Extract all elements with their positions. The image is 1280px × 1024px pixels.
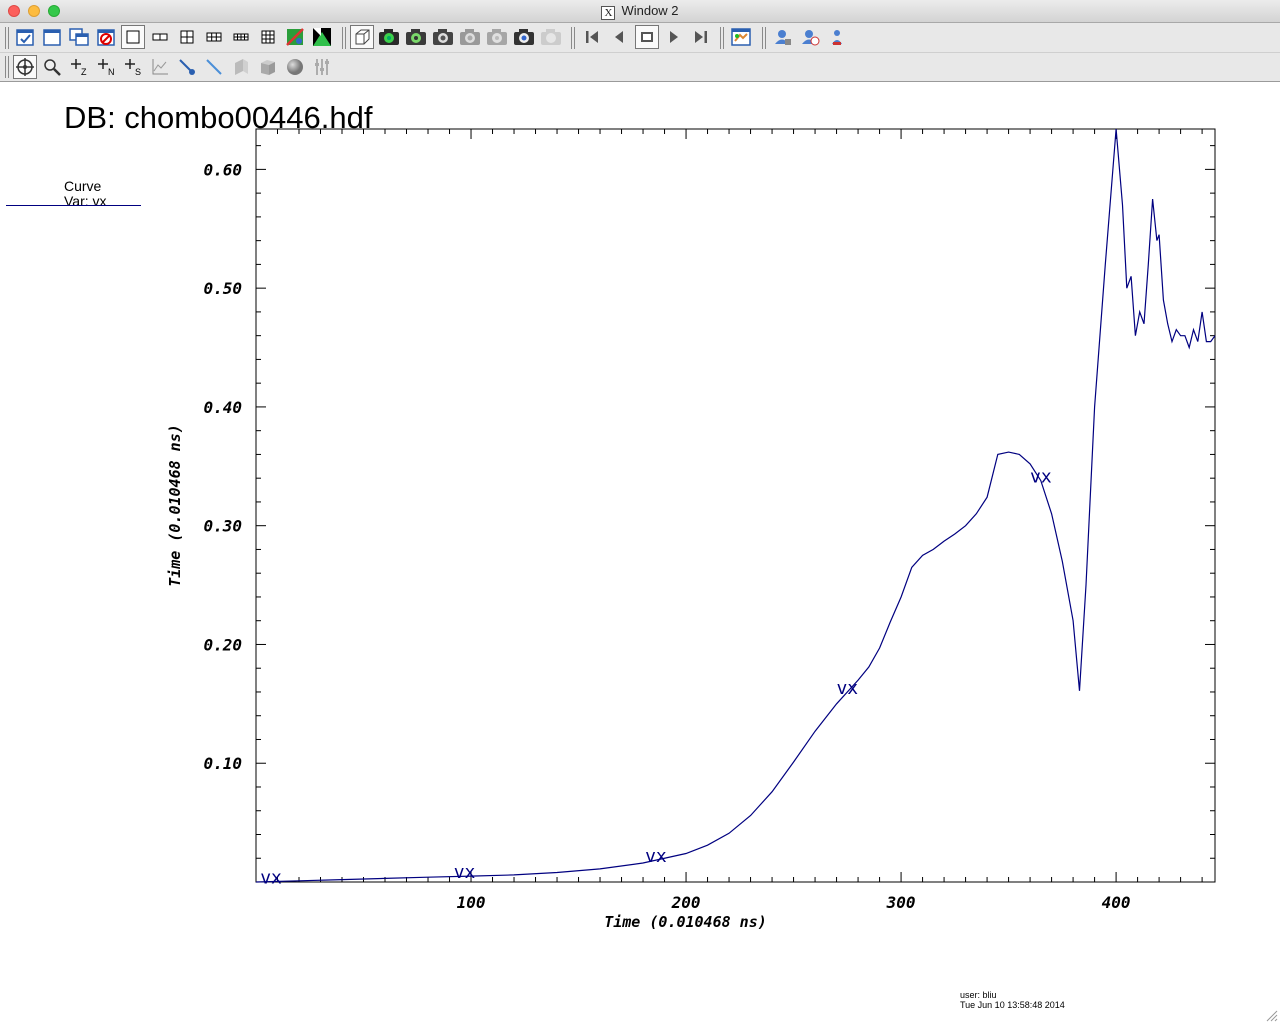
y-tick-label: 0.40	[203, 398, 242, 417]
y-tick-label: 0.10	[203, 754, 242, 773]
render-timestamp: Tue Jun 10 13:58:48 2014	[960, 1000, 1065, 1010]
x-tick-label: 100	[457, 893, 486, 912]
curve-label-vx: vx	[836, 678, 858, 699]
x-tick-label: 200	[671, 893, 701, 912]
x-axis-ticks: 100 200 300 400	[277, 129, 1203, 912]
y-tick-label: 0.30	[203, 517, 242, 536]
curve-label-vx: vx	[1030, 467, 1052, 488]
y-tick-label: 0.60	[203, 160, 242, 179]
curve-labels: vx vx vx vx vx	[260, 467, 1052, 889]
curve-plot[interactable]: 100 200 300 400 0.10 0.20 0.30 0.40 0.50 0.60 vx…	[0, 0, 1280, 1024]
curve-label-vx: vx	[454, 862, 476, 883]
curve-label-vx: vx	[260, 868, 282, 889]
y-axis-title: Time (0.010468 ns)	[166, 424, 184, 587]
user-info: user: bliu Tue Jun 10 13:58:48 2014	[960, 990, 1065, 1010]
user-name: user: bliu	[960, 990, 997, 1000]
resize-grip-icon[interactable]	[1266, 1010, 1278, 1022]
vx-curve	[255, 128, 1216, 883]
x-tick-label: 400	[1102, 893, 1131, 912]
y-tick-label: 0.50	[203, 279, 242, 298]
x-axis-title: Time (0.010468 ns)	[604, 913, 767, 931]
y-tick-label: 0.20	[203, 635, 242, 654]
x-tick-label: 300	[886, 893, 916, 912]
y-axis-ticks: 0.10 0.20 0.30 0.40 0.50 0.60	[203, 145, 1215, 859]
curve-label-vx: vx	[645, 846, 667, 867]
plot-frame	[255, 128, 1216, 883]
